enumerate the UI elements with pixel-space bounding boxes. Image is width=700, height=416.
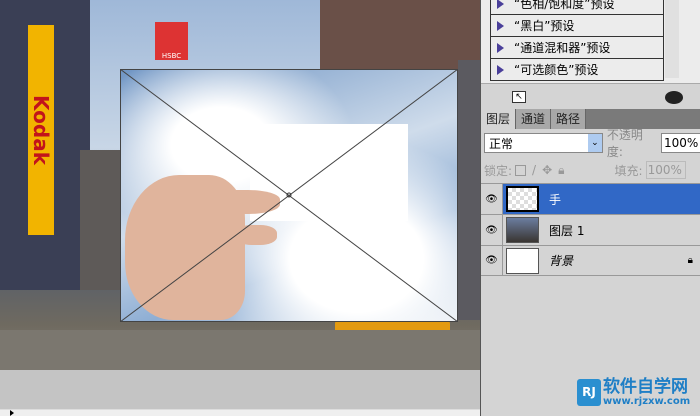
tab-layers[interactable]: 图层: [481, 109, 517, 129]
canvas-pasteboard: [0, 370, 480, 409]
building-mid: [80, 150, 120, 290]
layer-row-layer1[interactable]: 👁︎ 图层 1: [481, 214, 700, 246]
lock-move-icon[interactable]: ✥: [542, 163, 552, 177]
layer-thumbnail: [506, 186, 539, 212]
preset-label: “黑白”预设: [514, 19, 575, 33]
expand-icon: [497, 0, 504, 9]
watermark-brand: 软件自学网: [603, 377, 688, 397]
opacity-label: 不透明度:: [606, 128, 643, 159]
watermark-logo: RJ 软件自学网 www.rjzxw.com: [577, 378, 690, 407]
lock-brush-icon[interactable]: /: [532, 163, 536, 177]
lock-label: 锁定:: [484, 163, 513, 178]
scrollbar[interactable]: [665, 0, 679, 78]
layers-tabs: 图层 通道 路径: [481, 109, 700, 129]
preset-item[interactable]: “通道混和器”预设: [490, 36, 664, 59]
eye-icon[interactable]: 👁︎: [481, 183, 503, 215]
expand-icon: [497, 20, 504, 31]
expand-icon: [497, 42, 504, 53]
preset-item[interactable]: “可选颜色”预设: [490, 58, 664, 81]
opacity-input[interactable]: 100%: [661, 133, 700, 153]
layer-name: 手: [549, 192, 562, 207]
transform-bounding-box[interactable]: [120, 69, 458, 322]
watermark-url: www.rjzxw.com: [603, 396, 691, 407]
layer-name: 背景: [549, 254, 574, 268]
street: [0, 330, 480, 370]
blend-mode-value: 正常: [489, 136, 514, 151]
layer-row-hand[interactable]: 👁︎ 手: [481, 183, 700, 215]
preset-item[interactable]: “黑白”预设: [490, 14, 664, 37]
rj-logo-icon: RJ: [577, 379, 601, 406]
layer-name: 图层 1: [549, 223, 585, 238]
expand-view-icon[interactable]: ↖: [512, 91, 526, 103]
tab-channels[interactable]: 通道: [516, 109, 552, 129]
layer-thumbnail: [506, 217, 539, 243]
kodak-sign: Kodak: [28, 25, 54, 235]
chevron-down-icon: ⌄: [587, 134, 602, 152]
building-far-right: [458, 60, 480, 320]
preset-label: “可选颜色”预设: [514, 63, 599, 77]
building-right: [320, 0, 480, 70]
eye-icon[interactable]: 👁︎: [481, 245, 503, 276]
document-canvas[interactable]: Kodak HSBC: [0, 0, 480, 370]
fill-label: 填充:: [614, 163, 643, 178]
play-icon[interactable]: [10, 410, 14, 416]
preset-item[interactable]: “色相/饱和度”预设: [490, 0, 664, 15]
lock-all-icon[interactable]: 🔒︎: [558, 163, 564, 178]
eye-icon[interactable]: 👁︎: [481, 214, 503, 246]
layer-row-background[interactable]: 👁︎ 背景 🔒︎: [481, 245, 700, 276]
preset-label: “通道混和器”预设: [514, 41, 611, 55]
expand-icon: [497, 64, 504, 75]
fill-input[interactable]: 100%: [645, 161, 686, 179]
lock-icon: 🔒︎: [687, 255, 693, 266]
visibility-icon[interactable]: [665, 91, 683, 104]
layer-thumbnail: [506, 247, 539, 274]
lock-transparency-icon[interactable]: [515, 164, 527, 176]
blend-mode-select[interactable]: 正常 ⌄: [484, 133, 603, 153]
hsbc-sign: HSBC: [155, 22, 188, 60]
adjustments-panel: “色相/饱和度”预设 “黑白”预设 “通道混和器”预设 “可选颜色”预设: [481, 0, 700, 84]
tab-paths[interactable]: 路径: [551, 109, 587, 129]
right-panel: “色相/饱和度”预设 “黑白”预设 “通道混和器”预设 “可选颜色”预设 ↖ 图…: [480, 0, 700, 416]
preset-label: “色相/饱和度”预设: [514, 0, 615, 11]
